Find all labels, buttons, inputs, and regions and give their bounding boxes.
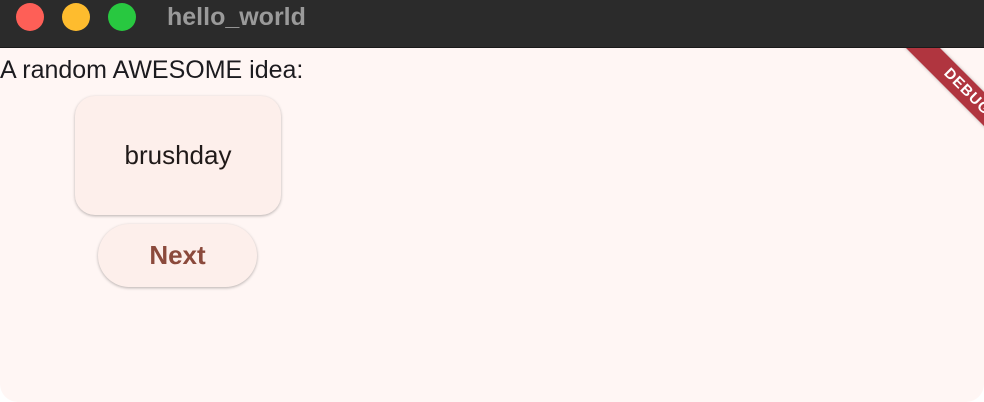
- idea-word: brushday: [124, 140, 232, 170]
- idea-card: brushday: [75, 96, 281, 215]
- next-button-label: Next: [149, 240, 206, 270]
- app-window: hello_world A random AWESOME idea: brush…: [0, 0, 984, 402]
- zoom-window-button[interactable]: [108, 3, 136, 31]
- title-bar[interactable]: hello_world: [0, 0, 984, 48]
- close-window-button[interactable]: [16, 3, 44, 31]
- minimize-window-button[interactable]: [62, 3, 90, 31]
- intro-text: A random AWESOME idea:: [0, 56, 304, 84]
- next-button[interactable]: Next: [98, 224, 257, 287]
- window-title: hello_world: [167, 3, 306, 31]
- main-content: A random AWESOME idea: brushday Next: [0, 48, 984, 402]
